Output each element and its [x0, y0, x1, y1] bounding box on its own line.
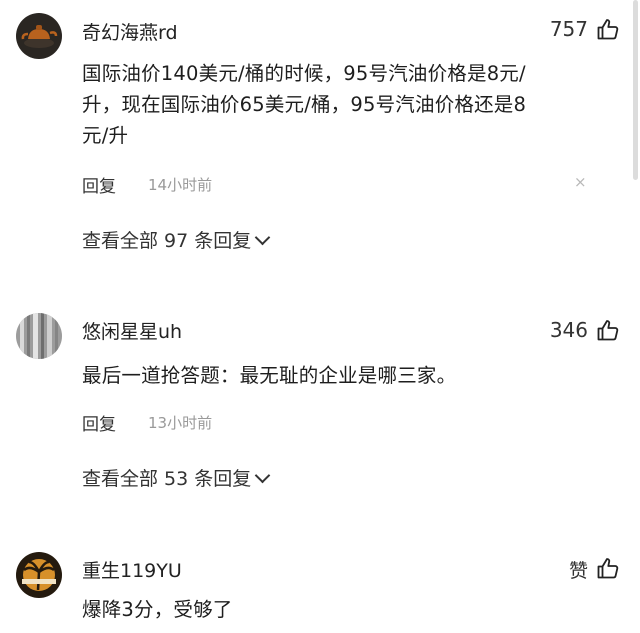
curtain-avatar-icon [16, 313, 62, 359]
like-count: 346 [549, 318, 588, 342]
timestamp: 14小时前 [148, 176, 213, 194]
reply-button[interactable]: 回复 [82, 172, 116, 197]
view-all-replies-label: 查看全部 53 条回复 [82, 468, 252, 490]
comment-text-line: 元/升 [82, 124, 129, 147]
username[interactable]: 悠闲星星uh [82, 317, 182, 344]
avatar[interactable] [16, 13, 62, 59]
view-all-replies-button[interactable]: 查看全部 53 条回复 [82, 464, 271, 491]
chevron-down-icon [254, 467, 271, 484]
palm-tree-avatar-icon [16, 552, 62, 598]
like-count: 757 [549, 17, 588, 41]
username[interactable]: 重生119YU [82, 556, 182, 583]
close-icon[interactable]: × [574, 173, 587, 191]
scrollbar[interactable] [633, 0, 638, 180]
thumbs-up-icon[interactable] [596, 17, 620, 41]
username[interactable]: 奇幻海燕rd [82, 18, 178, 45]
comment-text: 国际油价140美元/桶的时候，95号汽油价格是8元/ 升，现在国际油价65美元/… [82, 58, 582, 151]
comment-text-line: 国际油价140美元/桶的时候，95号汽油价格是8元/ [82, 62, 526, 85]
view-all-replies-label: 查看全部 97 条回复 [82, 230, 252, 252]
reply-button[interactable]: 回复 [82, 410, 116, 435]
comment-text-line: 爆降3分，受够了 [82, 598, 233, 621]
avatar[interactable] [16, 313, 62, 359]
comment-text-line: 升，现在国际油价65美元/桶，95号汽油价格还是8 [82, 93, 527, 116]
comment-text: 最后一道抢答题：最无耻的企业是哪三家。 [82, 360, 582, 391]
thumbs-up-icon[interactable] [596, 318, 620, 342]
comment-text: 爆降3分，受够了 [82, 594, 582, 625]
timestamp: 13小时前 [148, 414, 213, 432]
like-label: 赞 [568, 560, 588, 582]
comment-text-line: 最后一道抢答题：最无耻的企业是哪三家。 [82, 364, 457, 387]
teapot-avatar-icon [16, 13, 62, 59]
view-all-replies-button[interactable]: 查看全部 97 条回复 [82, 226, 271, 253]
avatar[interactable] [16, 552, 62, 598]
chevron-down-icon [254, 229, 271, 246]
thumbs-up-icon[interactable] [596, 556, 620, 580]
